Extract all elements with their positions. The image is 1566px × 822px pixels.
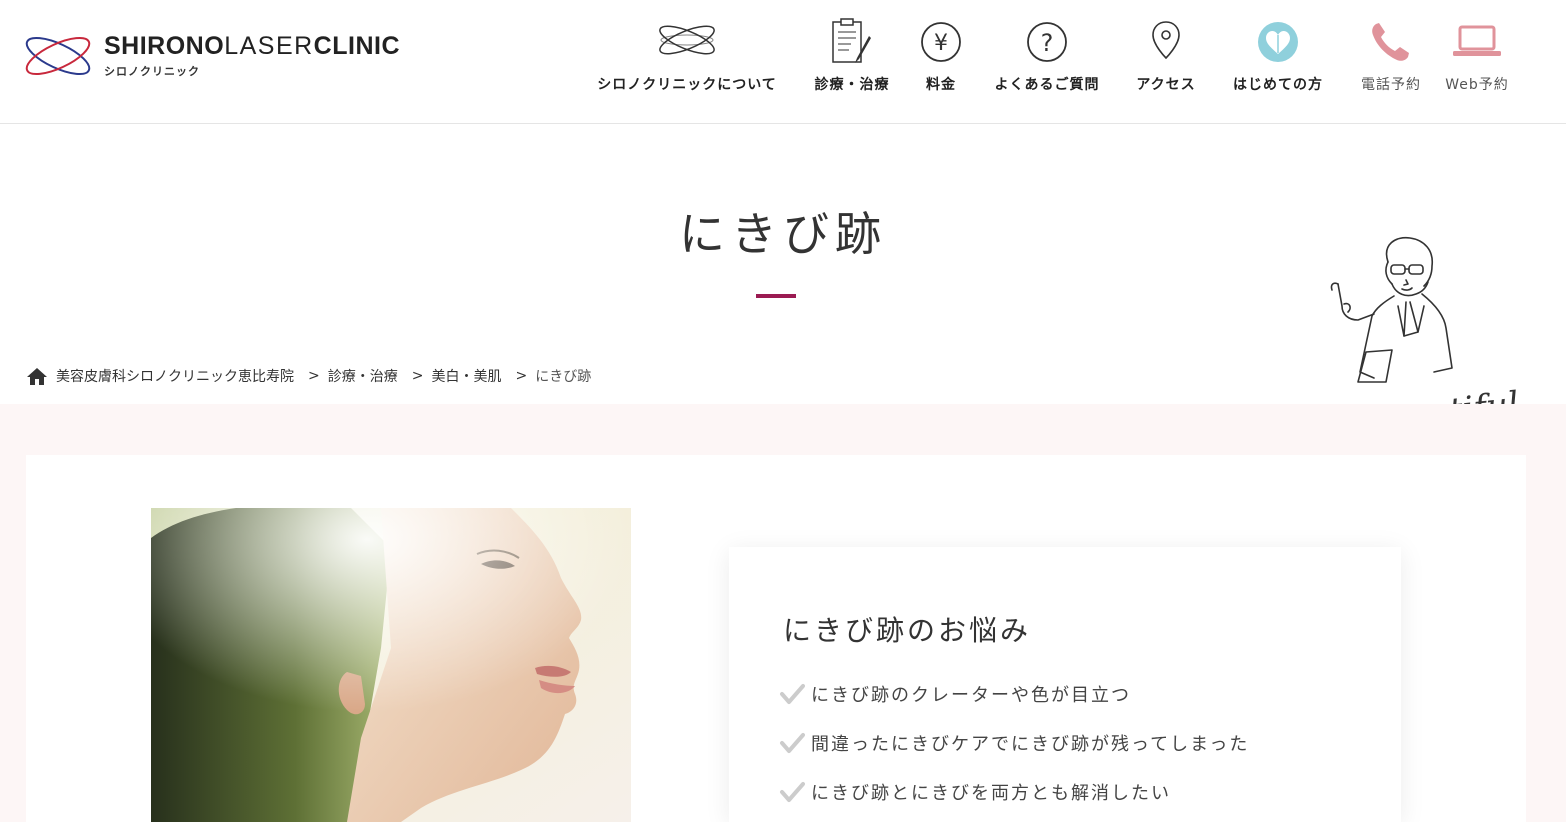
clinic-logo-icon <box>596 18 778 66</box>
nav-about[interactable]: シロノクリニックについて <box>596 18 778 108</box>
woman-profile-photo <box>151 508 631 822</box>
nav-label: 電話予約 <box>1361 77 1421 93</box>
breadcrumb-separator: > <box>308 368 320 384</box>
nav-label: よくあるご質問 <box>994 77 1100 93</box>
breadcrumb-current: にきび跡 <box>535 369 592 385</box>
yen-icon: ¥ <box>912 18 970 66</box>
question-icon: ? <box>990 18 1104 66</box>
map-pin-icon <box>1130 18 1202 66</box>
logo-subtitle: シロノクリニック <box>104 65 200 78</box>
worry-text: にきび跡とにきびを両方とも解消したい <box>811 782 1171 804</box>
breadcrumb-separator: > <box>515 368 528 384</box>
check-icon <box>780 781 805 802</box>
worries-title: にきび跡のお悩み <box>783 614 1032 647</box>
breadcrumb-home-link[interactable]: 美容皮膚科シロノクリニック恵比寿院 <box>56 366 294 386</box>
worry-text: 間違ったにきびケアでにきび跡が残ってしまった <box>811 733 1250 755</box>
nav-faq[interactable]: ? よくあるご質問 <box>990 18 1104 108</box>
nav-price[interactable]: ¥ 料金 <box>912 18 970 108</box>
nav-label: アクセス <box>1136 77 1196 93</box>
breadcrumb-separator: > <box>411 368 424 384</box>
nav-treatment[interactable]: 診療・治療 <box>810 18 894 108</box>
phone-icon <box>1356 18 1426 66</box>
laptop-icon <box>1440 18 1514 66</box>
title-underline <box>756 294 796 298</box>
nav-label: シロノクリニックについて <box>597 77 777 93</box>
worries-list: にきび跡のクレーターや色が目立つ 間違ったにきびケアでにきび跡が残ってしまった … <box>779 669 1249 816</box>
list-item: 間違ったにきびケアでにきび跡が残ってしまった <box>779 718 1249 767</box>
list-item: にきび跡とにきびを両方とも解消したい <box>779 767 1249 816</box>
check-icon <box>780 732 805 753</box>
breadcrumb-treatment-link[interactable]: 診療・治療 <box>328 366 398 386</box>
site-logo[interactable]: SHIRONOLASERCLINIC シロノクリニック <box>24 30 434 82</box>
nav-phone-reservation[interactable]: 電話予約 <box>1356 18 1426 108</box>
heart-icon <box>1228 18 1328 66</box>
home-icon[interactable] <box>26 366 48 386</box>
list-item: にきび跡のクレーターや色が目立つ <box>779 669 1249 718</box>
worry-text: にきび跡のクレーターや色が目立つ <box>811 684 1131 706</box>
nav-label: はじめての方 <box>1233 77 1323 93</box>
check-icon <box>780 683 805 704</box>
breadcrumb: 美容皮膚科シロノクリニック恵比寿院 > 診療・治療 > 美白・美肌 > にきび跡 <box>26 366 591 386</box>
svg-text:¥: ¥ <box>934 31 948 56</box>
site-header: SHIRONOLASERCLINIC シロノクリニック シロノクリニックについて… <box>0 0 1566 124</box>
clipboard-pen-icon <box>810 18 894 66</box>
logo-mark-icon <box>25 36 91 76</box>
nav-label: Web予約 <box>1445 77 1509 93</box>
svg-text:?: ? <box>1041 29 1054 57</box>
worries-box: にきび跡のお悩み にきび跡のクレーターや色が目立つ 間違ったにきびケアでにきび跡… <box>729 547 1401 822</box>
breadcrumb-whitening-link[interactable]: 美白・美肌 <box>431 366 501 386</box>
nav-web-reservation[interactable]: Web予約 <box>1440 18 1514 108</box>
logo-wordmark: SHIRONOLASERCLINIC <box>104 32 400 60</box>
nav-label: 診療・治療 <box>814 77 890 93</box>
nav-access[interactable]: アクセス <box>1130 18 1202 108</box>
nav-label: 料金 <box>926 77 956 93</box>
nav-first-visit[interactable]: はじめての方 <box>1228 18 1328 108</box>
